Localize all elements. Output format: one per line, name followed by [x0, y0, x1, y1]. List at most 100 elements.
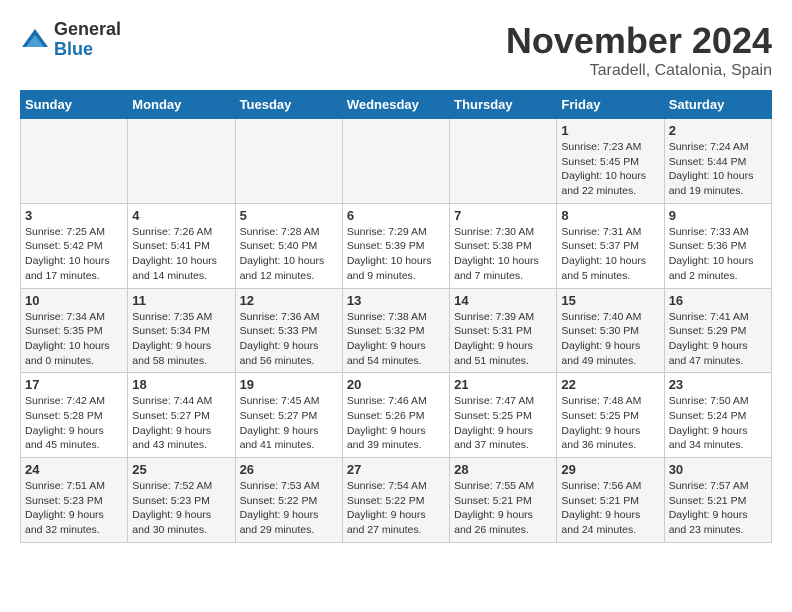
- calendar-cell: 20 Sunrise: 7:46 AM Sunset: 5:26 PM Dayli…: [342, 373, 449, 458]
- weekday-header-row: SundayMondayTuesdayWednesdayThursdayFrid…: [21, 91, 772, 119]
- day-number: 2: [669, 123, 767, 138]
- calendar-cell: 6 Sunrise: 7:29 AM Sunset: 5:39 PM Daylig…: [342, 203, 449, 288]
- day-info: Sunrise: 7:51 AM Sunset: 5:23 PM Dayligh…: [25, 479, 123, 538]
- calendar-cell: [21, 119, 128, 204]
- day-info: Sunrise: 7:29 AM Sunset: 5:39 PM Dayligh…: [347, 225, 445, 284]
- calendar-cell: 7Sunrise: 7:30 AM Sunset: 5:38 PM Daylig…: [450, 203, 557, 288]
- calendar-week-row: 3 Sunrise: 7:25 AM Sunset: 5:42 PM Daylig…: [21, 203, 772, 288]
- day-info: Sunrise: 7:54 AM Sunset: 5:22 PM Dayligh…: [347, 479, 445, 538]
- weekday-header-sunday: Sunday: [21, 91, 128, 119]
- day-number: 21: [454, 377, 552, 392]
- day-info: Sunrise: 7:26 AM Sunset: 5:41 PM Dayligh…: [132, 225, 230, 284]
- calendar-cell: 27 Sunrise: 7:54 AM Sunset: 5:22 PM Dayli…: [342, 458, 449, 543]
- calendar-cell: 9 Sunrise: 7:33 AM Sunset: 5:36 PM Daylig…: [664, 203, 771, 288]
- calendar-cell: 15 Sunrise: 7:40 AM Sunset: 5:30 PM Dayli…: [557, 288, 664, 373]
- day-info: Sunrise: 7:42 AM Sunset: 5:28 PM Dayligh…: [25, 394, 123, 453]
- day-number: 16: [669, 293, 767, 308]
- day-info: Sunrise: 7:52 AM Sunset: 5:23 PM Dayligh…: [132, 479, 230, 538]
- calendar-cell: 8 Sunrise: 7:31 AM Sunset: 5:37 PM Daylig…: [557, 203, 664, 288]
- calendar-cell: 18Sunrise: 7:44 AM Sunset: 5:27 PM Dayli…: [128, 373, 235, 458]
- day-number: 30: [669, 462, 767, 477]
- logo-general-text: General: [54, 20, 121, 40]
- calendar-cell: 24Sunrise: 7:51 AM Sunset: 5:23 PM Dayli…: [21, 458, 128, 543]
- day-number: 25: [132, 462, 230, 477]
- day-info: Sunrise: 7:55 AM Sunset: 5:21 PM Dayligh…: [454, 479, 552, 538]
- day-number: 20: [347, 377, 445, 392]
- day-number: 5: [240, 208, 338, 223]
- day-number: 23: [669, 377, 767, 392]
- day-number: 10: [25, 293, 123, 308]
- calendar-week-row: 17 Sunrise: 7:42 AM Sunset: 5:28 PM Dayli…: [21, 373, 772, 458]
- day-number: 8: [561, 208, 659, 223]
- calendar-week-row: 10 Sunrise: 7:34 AM Sunset: 5:35 PM Dayli…: [21, 288, 772, 373]
- calendar-cell: [235, 119, 342, 204]
- calendar-cell: 23 Sunrise: 7:50 AM Sunset: 5:24 PM Dayli…: [664, 373, 771, 458]
- day-info: Sunrise: 7:35 AM Sunset: 5:34 PM Dayligh…: [132, 310, 230, 369]
- weekday-header-wednesday: Wednesday: [342, 91, 449, 119]
- day-info: Sunrise: 7:34 AM Sunset: 5:35 PM Dayligh…: [25, 310, 123, 369]
- calendar-cell: 3 Sunrise: 7:25 AM Sunset: 5:42 PM Daylig…: [21, 203, 128, 288]
- day-info: Sunrise: 7:41 AM Sunset: 5:29 PM Dayligh…: [669, 310, 767, 369]
- day-number: 17: [25, 377, 123, 392]
- day-number: 13: [347, 293, 445, 308]
- day-number: 9: [669, 208, 767, 223]
- calendar-cell: 26Sunrise: 7:53 AM Sunset: 5:22 PM Dayli…: [235, 458, 342, 543]
- calendar-cell: [450, 119, 557, 204]
- day-info: Sunrise: 7:38 AM Sunset: 5:32 PM Dayligh…: [347, 310, 445, 369]
- day-number: 27: [347, 462, 445, 477]
- calendar-cell: 30Sunrise: 7:57 AM Sunset: 5:21 PM Dayli…: [664, 458, 771, 543]
- calendar-cell: 2Sunrise: 7:24 AM Sunset: 5:44 PM Daylig…: [664, 119, 771, 204]
- day-info: Sunrise: 7:23 AM Sunset: 5:45 PM Dayligh…: [561, 140, 659, 199]
- calendar-cell: 11Sunrise: 7:35 AM Sunset: 5:34 PM Dayli…: [128, 288, 235, 373]
- day-number: 12: [240, 293, 338, 308]
- calendar-cell: 29Sunrise: 7:56 AM Sunset: 5:21 PM Dayli…: [557, 458, 664, 543]
- calendar-cell: 16 Sunrise: 7:41 AM Sunset: 5:29 PM Dayli…: [664, 288, 771, 373]
- weekday-header-monday: Monday: [128, 91, 235, 119]
- day-number: 19: [240, 377, 338, 392]
- logo-blue-text: Blue: [54, 40, 121, 60]
- calendar-header: SundayMondayTuesdayWednesdayThursdayFrid…: [21, 91, 772, 119]
- calendar-cell: [128, 119, 235, 204]
- calendar-cell: 5 Sunrise: 7:28 AM Sunset: 5:40 PM Daylig…: [235, 203, 342, 288]
- day-info: Sunrise: 7:25 AM Sunset: 5:42 PM Dayligh…: [25, 225, 123, 284]
- day-info: Sunrise: 7:31 AM Sunset: 5:37 PM Dayligh…: [561, 225, 659, 284]
- day-info: Sunrise: 7:45 AM Sunset: 5:27 PM Dayligh…: [240, 394, 338, 453]
- calendar-cell: 10 Sunrise: 7:34 AM Sunset: 5:35 PM Dayli…: [21, 288, 128, 373]
- day-info: Sunrise: 7:46 AM Sunset: 5:26 PM Dayligh…: [347, 394, 445, 453]
- day-info: Sunrise: 7:28 AM Sunset: 5:40 PM Dayligh…: [240, 225, 338, 284]
- day-info: Sunrise: 7:50 AM Sunset: 5:24 PM Dayligh…: [669, 394, 767, 453]
- day-info: Sunrise: 7:40 AM Sunset: 5:30 PM Dayligh…: [561, 310, 659, 369]
- day-number: 3: [25, 208, 123, 223]
- location: Taradell, Catalonia, Spain: [506, 62, 772, 80]
- day-number: 28: [454, 462, 552, 477]
- calendar-body: 1Sunrise: 7:23 AM Sunset: 5:45 PM Daylig…: [21, 119, 772, 543]
- logo-icon: [20, 27, 50, 52]
- calendar-cell: 12 Sunrise: 7:36 AM Sunset: 5:33 PM Dayli…: [235, 288, 342, 373]
- weekday-header-thursday: Thursday: [450, 91, 557, 119]
- weekday-header-saturday: Saturday: [664, 91, 771, 119]
- weekday-header-tuesday: Tuesday: [235, 91, 342, 119]
- calendar-week-row: 24Sunrise: 7:51 AM Sunset: 5:23 PM Dayli…: [21, 458, 772, 543]
- day-info: Sunrise: 7:36 AM Sunset: 5:33 PM Dayligh…: [240, 310, 338, 369]
- calendar-week-row: 1Sunrise: 7:23 AM Sunset: 5:45 PM Daylig…: [21, 119, 772, 204]
- day-info: Sunrise: 7:33 AM Sunset: 5:36 PM Dayligh…: [669, 225, 767, 284]
- day-info: Sunrise: 7:47 AM Sunset: 5:25 PM Dayligh…: [454, 394, 552, 453]
- calendar-cell: 13 Sunrise: 7:38 AM Sunset: 5:32 PM Dayli…: [342, 288, 449, 373]
- day-number: 22: [561, 377, 659, 392]
- calendar-cell: 19 Sunrise: 7:45 AM Sunset: 5:27 PM Dayli…: [235, 373, 342, 458]
- weekday-header-friday: Friday: [557, 91, 664, 119]
- day-number: 18: [132, 377, 230, 392]
- day-number: 15: [561, 293, 659, 308]
- day-info: Sunrise: 7:30 AM Sunset: 5:38 PM Dayligh…: [454, 225, 552, 284]
- day-info: Sunrise: 7:39 AM Sunset: 5:31 PM Dayligh…: [454, 310, 552, 369]
- title-area: November 2024 Taradell, Catalonia, Spain: [506, 20, 772, 80]
- calendar-cell: 28 Sunrise: 7:55 AM Sunset: 5:21 PM Dayli…: [450, 458, 557, 543]
- page-header: General Blue November 2024 Taradell, Cat…: [20, 20, 772, 80]
- calendar-cell: 25 Sunrise: 7:52 AM Sunset: 5:23 PM Dayli…: [128, 458, 235, 543]
- day-info: Sunrise: 7:53 AM Sunset: 5:22 PM Dayligh…: [240, 479, 338, 538]
- day-number: 6: [347, 208, 445, 223]
- calendar-cell: 4Sunrise: 7:26 AM Sunset: 5:41 PM Daylig…: [128, 203, 235, 288]
- calendar-cell: 21 Sunrise: 7:47 AM Sunset: 5:25 PM Dayli…: [450, 373, 557, 458]
- day-number: 29: [561, 462, 659, 477]
- logo: General Blue: [20, 20, 121, 60]
